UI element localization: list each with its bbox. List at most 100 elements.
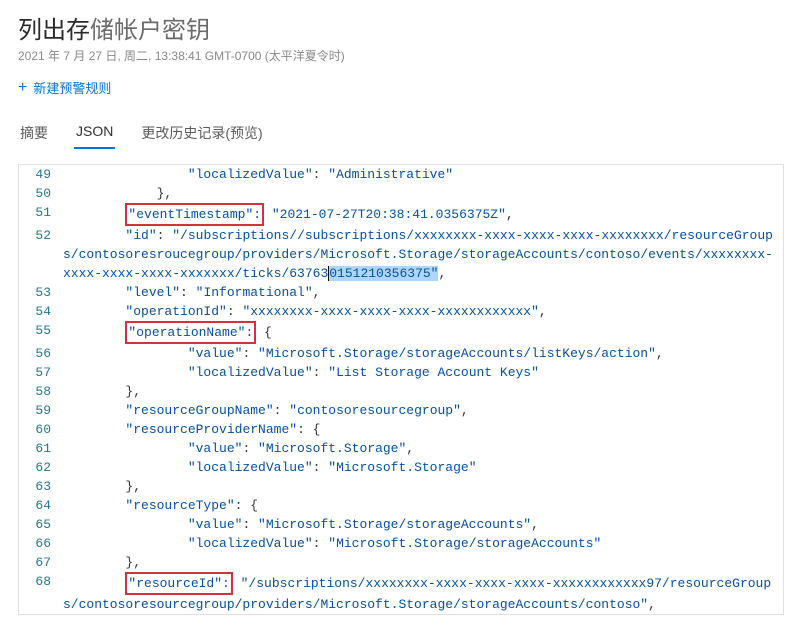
line-number: 50 — [19, 184, 63, 203]
json-code-viewer[interactable]: 49 "localizedValue": "Administrative"50 … — [18, 164, 784, 615]
code-line: 53 "level": "Informational", — [19, 283, 783, 302]
code-content: "id": "/subscriptions//subscriptions/xxx… — [63, 226, 783, 283]
plus-icon: + — [18, 79, 27, 97]
code-line: 51 "eventTimestamp": "2021-07-27T20:38:4… — [19, 203, 783, 226]
line-number: 55 — [19, 321, 63, 344]
title-rest: 储帐户密钥 — [90, 17, 210, 44]
line-number: 63 — [19, 477, 63, 496]
line-number: 62 — [19, 458, 63, 477]
line-number: 66 — [19, 534, 63, 553]
code-content: "localizedValue": "Microsoft.Storage/sto… — [63, 534, 783, 553]
json-punct: { — [256, 325, 272, 340]
json-key-highlighted: "eventTimestamp": — [125, 203, 264, 226]
json-punct: : — [242, 441, 258, 456]
code-line: 50 }, — [19, 184, 783, 203]
code-line: 66 "localizedValue": "Microsoft.Storage/… — [19, 534, 783, 553]
json-punct: }, — [125, 479, 141, 494]
code-line: 65 "value": "Microsoft.Storage/storageAc… — [19, 515, 783, 534]
title-prefix: 列出存 — [18, 17, 90, 44]
tabs: 摘要 JSON 更改历史记录(预览) — [0, 117, 802, 150]
code-content: "localizedValue": "Administrative" — [63, 165, 783, 184]
code-content: }, — [63, 553, 783, 572]
json-key: "resourceProviderName" — [125, 422, 297, 437]
code-line: 67 }, — [19, 553, 783, 572]
json-punct: : { — [297, 422, 320, 437]
json-key: "resourceGroupName" — [125, 403, 273, 418]
json-punct: : — [313, 365, 329, 380]
code-content: }, — [63, 184, 783, 203]
json-key: "value" — [188, 346, 243, 361]
line-number: 53 — [19, 283, 63, 302]
json-punct: : — [157, 228, 173, 243]
json-punct: : — [227, 304, 243, 319]
json-punct: , — [648, 597, 656, 612]
code-content: "value": "Microsoft.Storage", — [63, 439, 783, 458]
new-alert-rule-button[interactable]: 新建预警规则 — [33, 78, 111, 97]
code-content: "eventTimestamp": "2021-07-27T20:38:41.0… — [63, 203, 783, 226]
line-number: 68 — [19, 572, 63, 614]
json-punct: : — [313, 536, 329, 551]
code-line: 64 "resourceType": { — [19, 496, 783, 515]
json-string-selected: 0151210356375" — [329, 266, 438, 281]
code-line: 61 "value": "Microsoft.Storage", — [19, 439, 783, 458]
json-string: "Microsoft.Storage" — [328, 460, 476, 475]
tab-history[interactable]: 更改历史记录(预览) — [139, 117, 264, 149]
code-content: "operationName": { — [63, 321, 783, 344]
code-line: 62 "localizedValue": "Microsoft.Storage" — [19, 458, 783, 477]
code-line: 59 "resourceGroupName": "contosoresource… — [19, 401, 783, 420]
json-string: "xxxxxxxx-xxxx-xxxx-xxxx-xxxxxxxxxxxx" — [242, 304, 538, 319]
json-punct: }, — [125, 555, 141, 570]
code-content: }, — [63, 382, 783, 401]
line-number: 57 — [19, 363, 63, 382]
json-key: "localizedValue" — [188, 167, 313, 182]
json-key: "id" — [125, 228, 156, 243]
code-content: "resourceGroupName": "contosoresourcegro… — [63, 401, 783, 420]
line-number: 49 — [19, 165, 63, 184]
page-title: 列出存储帐户密钥 — [18, 10, 784, 45]
json-punct: : — [242, 346, 258, 361]
page-subtitle: 2021 年 7 月 27 日, 周二, 13:38:41 GMT-0700 (… — [18, 47, 784, 64]
code-line: 63 }, — [19, 477, 783, 496]
code-line: 55 "operationName": { — [19, 321, 783, 344]
tab-summary[interactable]: 摘要 — [18, 117, 50, 149]
json-string: "Microsoft.Storage/storageAccounts" — [258, 517, 531, 532]
line-number: 56 — [19, 344, 63, 363]
json-key: "level" — [125, 285, 180, 300]
json-key-highlighted: "operationName": — [125, 321, 256, 344]
json-string: "List Storage Account Keys" — [328, 365, 539, 380]
json-punct: , — [461, 403, 469, 418]
toolbar: + 新建预警规则 — [0, 64, 802, 111]
code-line: 60 "resourceProviderName": { — [19, 420, 783, 439]
line-number: 60 — [19, 420, 63, 439]
code-content: "resourceType": { — [63, 496, 783, 515]
code-content: "value": "Microsoft.Storage/storageAccou… — [63, 344, 783, 363]
json-punct: , — [656, 346, 664, 361]
json-punct: : — [274, 403, 290, 418]
code-content: "localizedValue": "Microsoft.Storage" — [63, 458, 783, 477]
line-number: 64 — [19, 496, 63, 515]
json-punct: : — [313, 167, 329, 182]
line-number: 58 — [19, 382, 63, 401]
json-key: "resourceType" — [125, 498, 234, 513]
code-line: 54 "operationId": "xxxxxxxx-xxxx-xxxx-xx… — [19, 302, 783, 321]
code-content: "resourceId": "/subscriptions/xxxxxxxx-x… — [63, 572, 783, 614]
json-key-highlighted: "resourceId": — [125, 572, 232, 595]
code-line: 52 "id": "/subscriptions//subscriptions/… — [19, 226, 783, 283]
code-content: "value": "Microsoft.Storage/storageAccou… — [63, 515, 783, 534]
line-number: 65 — [19, 515, 63, 534]
json-string: "Microsoft.Storage/storageAccounts" — [328, 536, 601, 551]
json-punct: : — [242, 517, 258, 532]
tab-json[interactable]: JSON — [74, 117, 115, 149]
json-string: "Microsoft.Storage" — [258, 441, 406, 456]
json-punct: }, — [157, 186, 173, 201]
code-content: }, — [63, 477, 783, 496]
json-punct — [233, 576, 241, 591]
json-punct: , — [539, 304, 547, 319]
line-number: 52 — [19, 226, 63, 283]
header: 列出存储帐户密钥 2021 年 7 月 27 日, 周二, 13:38:41 G… — [0, 0, 802, 64]
json-key: "localizedValue" — [188, 365, 313, 380]
line-number: 54 — [19, 302, 63, 321]
code-line: 56 "value": "Microsoft.Storage/storageAc… — [19, 344, 783, 363]
json-string: "Administrative" — [328, 167, 453, 182]
json-punct: , — [438, 266, 446, 281]
